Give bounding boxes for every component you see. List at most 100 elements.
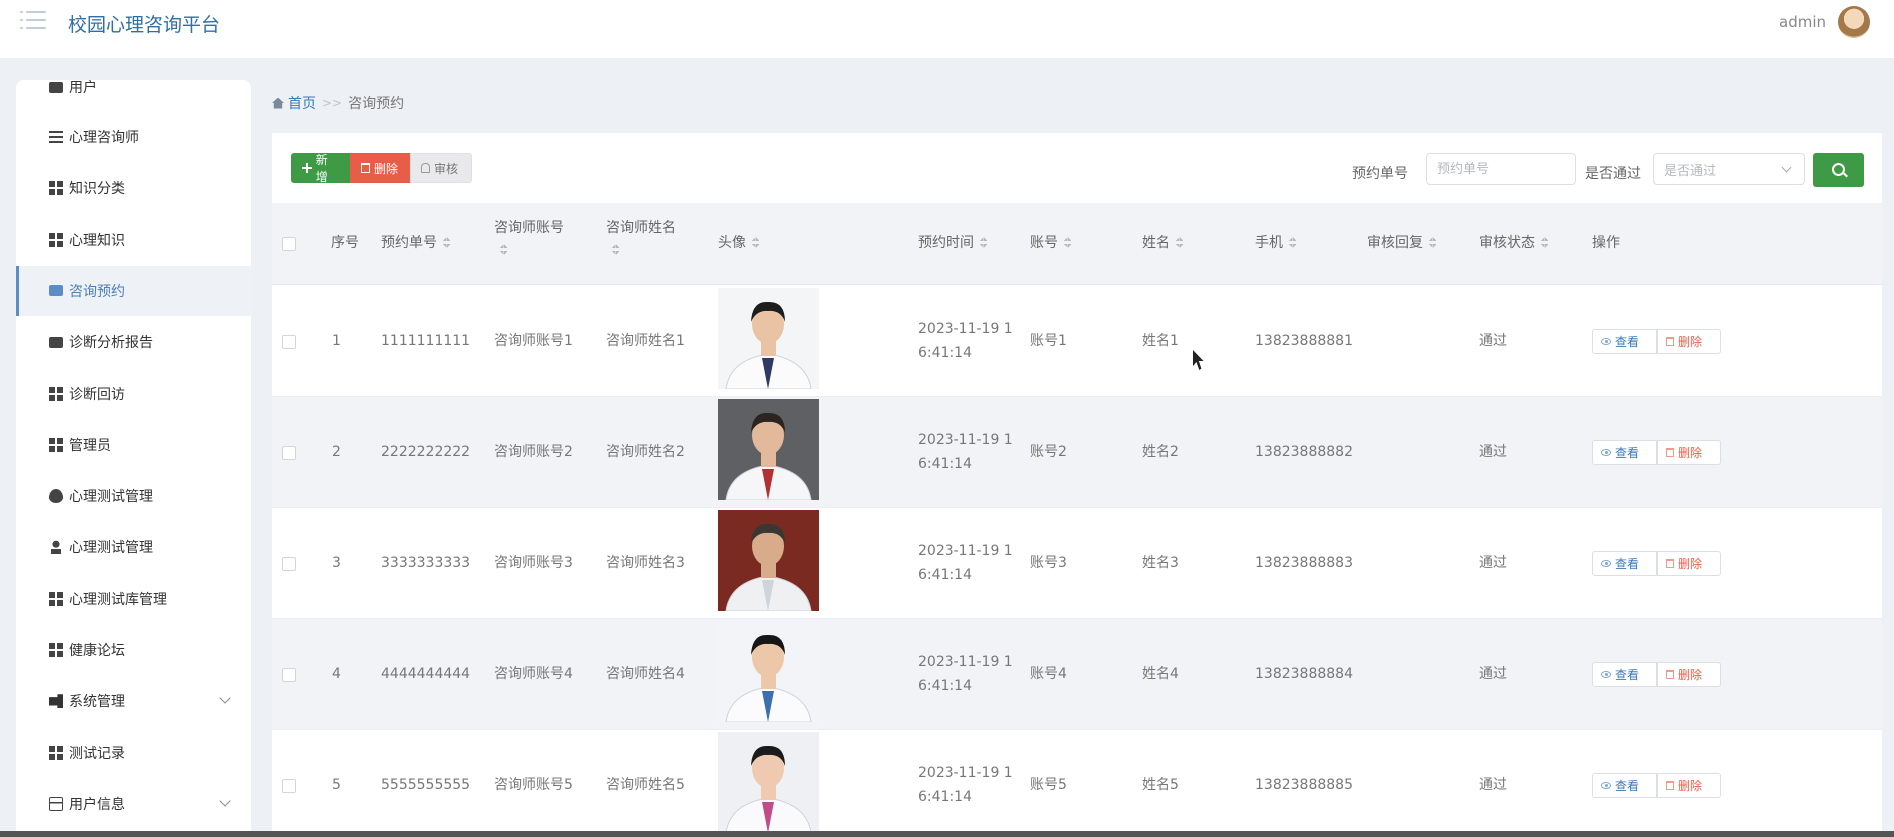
select-all-checkbox[interactable] [282,237,296,251]
chevron-down-icon[interactable] [219,692,231,704]
main-panel: 新增 删除 审核 预约单号 是否通过 是否通过 序号 预约单号 咨询师账号 咨询… [272,133,1882,837]
menu-toggle-icon[interactable] [20,9,48,33]
table-row[interactable]: 4 4444444444 咨询师账号4 咨询师姓名4 2023-11-19 1 6:41:… [272,619,1882,730]
sidebar-item-5[interactable]: 诊断分析报告 [16,317,251,367]
pass-filter-label: 是否通过 [1585,166,1641,182]
add-button[interactable]: 新增 [291,153,350,184]
cell-order-no: 4444444444 [381,666,471,682]
sidebar-item-9[interactable]: 心理测试管理 [16,522,251,572]
sidebar-item-12[interactable]: 系统管理 [16,676,251,726]
sidebar-item-8[interactable]: 心理测试管理 [16,471,251,521]
table-row[interactable]: 5 5555555555 咨询师账号5 咨询师姓名5 2023-11-19 1 6:41:… [272,730,1882,837]
batch-delete-button[interactable]: 删除 [350,153,410,183]
sort-icon [1289,237,1296,248]
breadcrumb-separator: >> [322,96,343,110]
sidebar: 用户 心理咨询师知识分类 心理知识 咨询预约 诊断分析报告 诊断回访管理员心理测试管理心… [16,80,251,837]
sidebar-item-6[interactable]: 诊断回访 [16,369,251,419]
eye-icon [1601,560,1611,567]
table-row[interactable]: 2 2222222222 咨询师账号2 咨询师姓名2 2023-11-19 1 6:41:… [272,397,1882,508]
home-icon [272,97,284,109]
breadcrumb-home[interactable]: 首页 [288,93,316,113]
cell-name: 姓名1 [1142,333,1179,349]
col-audit-reply[interactable]: 审核回复 [1367,232,1436,254]
view-button[interactable]: 查看 [1592,329,1657,354]
trash-icon [1666,448,1674,457]
sidebar-item-10[interactable]: 心理测试库管理 [16,574,251,624]
bulb-icon [49,489,63,504]
cell-order-no: 2222222222 [381,444,471,460]
counselor-photo [718,399,819,500]
col-counselor-name[interactable]: 咨询师姓名 [606,217,686,261]
sliders-icon [49,130,63,144]
user-menu[interactable]: admin [1779,6,1870,38]
view-button[interactable]: 查看 [1592,773,1657,798]
col-actions: 操作 [1592,235,1620,251]
chevron-down-icon[interactable] [219,795,231,807]
table-row[interactable]: 3 3333333333 咨询师账号3 咨询师姓名3 2023-11-19 1 6:41:… [272,508,1882,619]
delete-button[interactable]: 删除 [1657,662,1721,687]
sidebar-item-11[interactable]: 健康论坛 [16,625,251,675]
sidebar-item-label: 心理咨询师 [69,130,139,146]
cell-index: 4 [332,666,341,682]
order-no-input[interactable] [1426,153,1576,185]
delete-button[interactable]: 删除 [1657,773,1721,798]
sidebar-item-3[interactable]: 心理知识 [16,215,251,265]
view-button[interactable]: 查看 [1592,551,1657,576]
row-checkbox[interactable] [282,779,296,793]
app-title: 校园心理咨询平台 [68,14,221,36]
sidebar-item-label: 管理员 [69,437,111,454]
row-checkbox[interactable] [282,668,296,682]
delete-button[interactable]: 删除 [1657,551,1721,576]
counselor-photo [718,288,819,389]
delete-button[interactable]: 删除 [1657,329,1721,354]
cell-phone: 13823888883 [1255,555,1353,571]
view-button[interactable]: 查看 [1592,440,1657,465]
col-phone[interactable]: 手机 [1255,232,1296,254]
cell-account: 账号4 [1030,666,1067,682]
sort-icon [1429,237,1436,248]
audit-button[interactable]: 审核 [410,153,472,183]
row-checkbox[interactable] [282,557,296,571]
sidebar-item-label: 系统管理 [69,694,125,711]
delete-button[interactable]: 删除 [1657,440,1721,465]
sidebar-item-13[interactable]: 测试记录 [16,728,251,778]
col-time[interactable]: 预约时间 [918,232,987,254]
row-checkbox[interactable] [282,335,296,349]
username[interactable]: admin [1779,13,1826,31]
sidebar-item-2[interactable]: 知识分类 [16,163,251,213]
sidebar-item-14[interactable]: 用户信息 [16,779,251,829]
view-button[interactable]: 查看 [1592,662,1657,687]
col-audit-status[interactable]: 审核状态 [1479,232,1548,254]
col-counselor-account[interactable]: 咨询师账号 [494,217,574,261]
cell-time: 2023-11-19 1 6:41:14 [918,321,1013,361]
search-button[interactable] [1813,153,1864,187]
cell-account: 账号3 [1030,555,1067,571]
sidebar-item-1[interactable]: 心理咨询师 [16,112,251,162]
avatar[interactable] [1838,6,1870,38]
cell-index: 5 [332,777,341,793]
grid-icon [49,232,63,247]
trash-icon [361,163,370,173]
table-row[interactable]: 1 1111111111 咨询师账号1 咨询师姓名1 2023-11-19 1 6:41:… [272,286,1882,397]
monitor-icon [49,81,63,93]
sidebar-item-label: 用户信息 [69,796,125,813]
sidebar-item-4[interactable]: 咨询预约 [16,265,251,316]
col-account[interactable]: 账号 [1030,232,1071,254]
window-bottom-bar [0,831,1894,837]
cell-account: 账号1 [1030,333,1067,349]
counselor-photo [718,621,819,722]
cell-order-no: 1111111111 [381,333,471,349]
breadcrumb-current: 咨询预约 [348,96,405,112]
row-checkbox[interactable] [282,446,296,460]
cell-account: 账号2 [1030,444,1067,460]
counselor-photo [718,732,819,833]
col-name[interactable]: 姓名 [1142,232,1183,254]
sidebar-item-users-partial[interactable]: 用户 [16,80,251,112]
pass-filter-select[interactable]: 是否通过 [1653,153,1805,185]
col-order-no[interactable]: 预约单号 [381,232,450,254]
top-header: 校园心理咨询平台 admin [0,0,1894,58]
grid-icon [49,437,63,452]
col-avatar[interactable]: 头像 [718,232,759,254]
monitor-icon [49,336,63,348]
sidebar-item-7[interactable]: 管理员 [16,420,251,470]
